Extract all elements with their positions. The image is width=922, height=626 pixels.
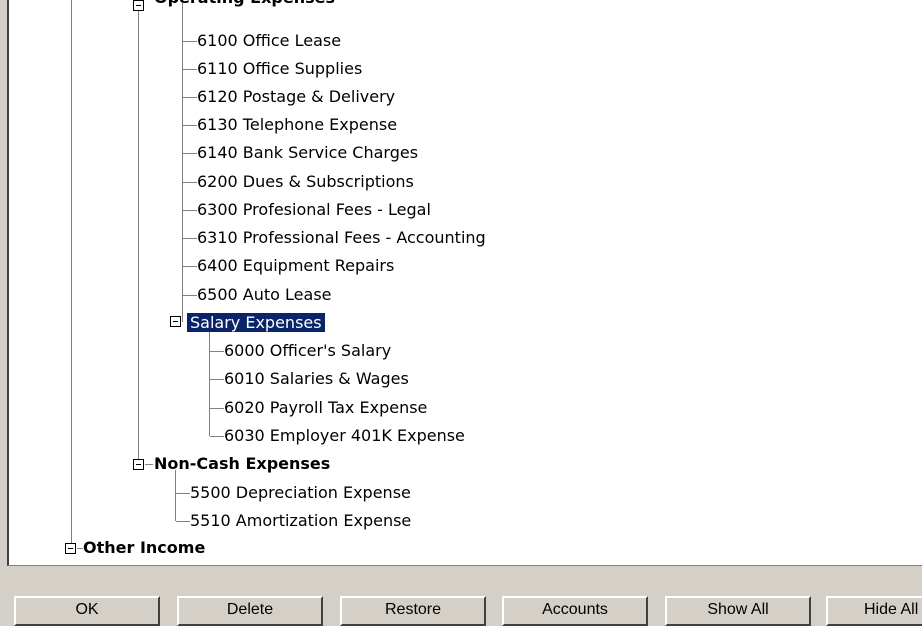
collapse-toggle-icon[interactable] xyxy=(133,0,144,11)
collapse-toggle-icon[interactable] xyxy=(170,316,181,327)
tree-line xyxy=(182,0,183,322)
tree-line xyxy=(183,97,197,98)
collapse-toggle-icon[interactable] xyxy=(133,459,144,470)
selected-label: Salary Expenses xyxy=(187,313,325,332)
tree-line xyxy=(176,493,190,494)
tree-item[interactable]: 5500 Depreciation Expense xyxy=(190,482,411,504)
accounts-button[interactable]: Accounts xyxy=(502,596,648,626)
tree-item[interactable]: 6010 Salaries & Wages xyxy=(224,368,409,390)
hide-all-button[interactable]: Hide All xyxy=(826,596,922,626)
tree-item[interactable]: 6310 Professional Fees - Accounting xyxy=(197,227,486,249)
tree-line xyxy=(183,210,197,211)
restore-button[interactable]: Restore xyxy=(340,596,486,626)
group-other-income[interactable]: Other Income xyxy=(83,537,205,559)
tree-line xyxy=(175,470,176,521)
delete-button[interactable]: Delete xyxy=(177,596,323,626)
tree-line xyxy=(183,125,197,126)
tree-line xyxy=(183,238,197,239)
tree-line xyxy=(183,41,197,42)
tree-line xyxy=(183,182,197,183)
tree-line xyxy=(183,266,197,267)
tree-line xyxy=(210,408,224,409)
tree-line xyxy=(145,464,153,465)
tree-item[interactable]: 6110 Office Supplies xyxy=(197,58,362,80)
tree-item[interactable]: 6400 Equipment Repairs xyxy=(197,255,394,277)
group-non-cash-expenses[interactable]: Non-Cash Expenses xyxy=(154,453,330,475)
tree-item[interactable]: 6100 Office Lease xyxy=(197,30,341,52)
tree-item[interactable]: 6140 Bank Service Charges xyxy=(197,142,418,164)
tree-item[interactable]: 5510 Amortization Expense xyxy=(190,510,411,532)
tree-line xyxy=(183,295,197,296)
tree-line xyxy=(176,521,190,522)
ok-button[interactable]: OK xyxy=(14,596,160,626)
account-tree[interactable]: Operating Expenses 6100 Office Lease 611… xyxy=(7,0,922,566)
tree-line xyxy=(209,330,210,436)
tree-line xyxy=(210,379,224,380)
tree-item[interactable]: 6200 Dues & Subscriptions xyxy=(197,171,414,193)
button-bar: OK Delete Restore Accounts Show All Hide… xyxy=(0,566,922,626)
tree-line xyxy=(183,153,197,154)
tree-item[interactable]: 6500 Auto Lease xyxy=(197,284,332,306)
show-all-button[interactable]: Show All xyxy=(665,596,811,626)
tree-line xyxy=(71,0,72,549)
group-operating-expenses[interactable]: Operating Expenses xyxy=(154,0,335,9)
tree-item[interactable]: 6020 Payroll Tax Expense xyxy=(224,397,427,419)
group-salary-expenses[interactable]: Salary Expenses xyxy=(187,312,325,334)
tree-item[interactable]: 6030 Employer 401K Expense xyxy=(224,425,465,447)
tree-item[interactable]: 6000 Officer's Salary xyxy=(224,340,391,362)
tree-line xyxy=(183,69,197,70)
tree-line xyxy=(210,436,224,437)
tree-line xyxy=(210,351,224,352)
collapse-toggle-icon[interactable] xyxy=(65,543,76,554)
tree-line xyxy=(138,0,139,464)
tree-item[interactable]: 6130 Telephone Expense xyxy=(197,114,397,136)
tree-item[interactable]: 6120 Postage & Delivery xyxy=(197,86,395,108)
tree-item[interactable]: 6300 Profesional Fees - Legal xyxy=(197,199,431,221)
